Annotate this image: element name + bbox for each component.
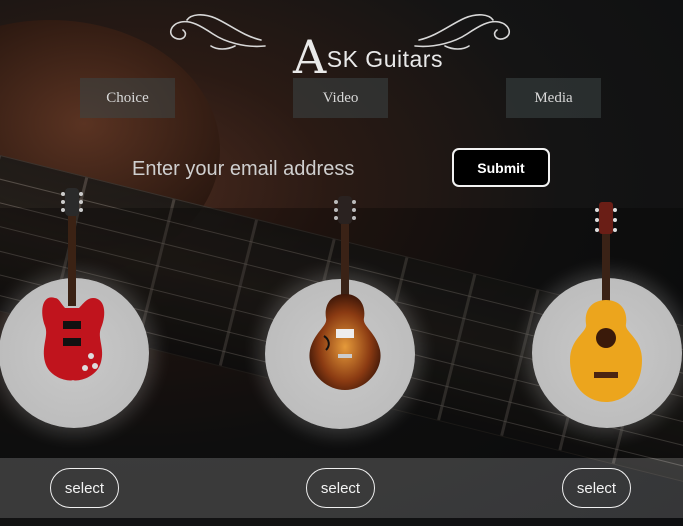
submit-button[interactable]: Submit — [452, 148, 550, 187]
nav-video[interactable]: Video — [293, 78, 388, 118]
logo-name: SK Guitars — [326, 46, 443, 72]
classical-guitar-image[interactable] — [566, 200, 646, 405]
nav-choice[interactable]: Choice — [80, 78, 175, 118]
nav-media[interactable]: Media — [506, 78, 601, 118]
select-electric-button[interactable]: select — [50, 468, 119, 508]
logo-text: ASK Guitars — [293, 24, 443, 84]
logo-letter: A — [293, 30, 327, 84]
site-logo[interactable]: ASK Guitars — [165, 6, 517, 84]
email-input[interactable] — [130, 153, 434, 185]
electric-guitar-image[interactable] — [35, 186, 111, 386]
select-hollow-button[interactable]: select — [306, 468, 375, 508]
select-classical-button[interactable]: select — [562, 468, 631, 508]
hollow-body-guitar-image[interactable] — [300, 194, 390, 394]
